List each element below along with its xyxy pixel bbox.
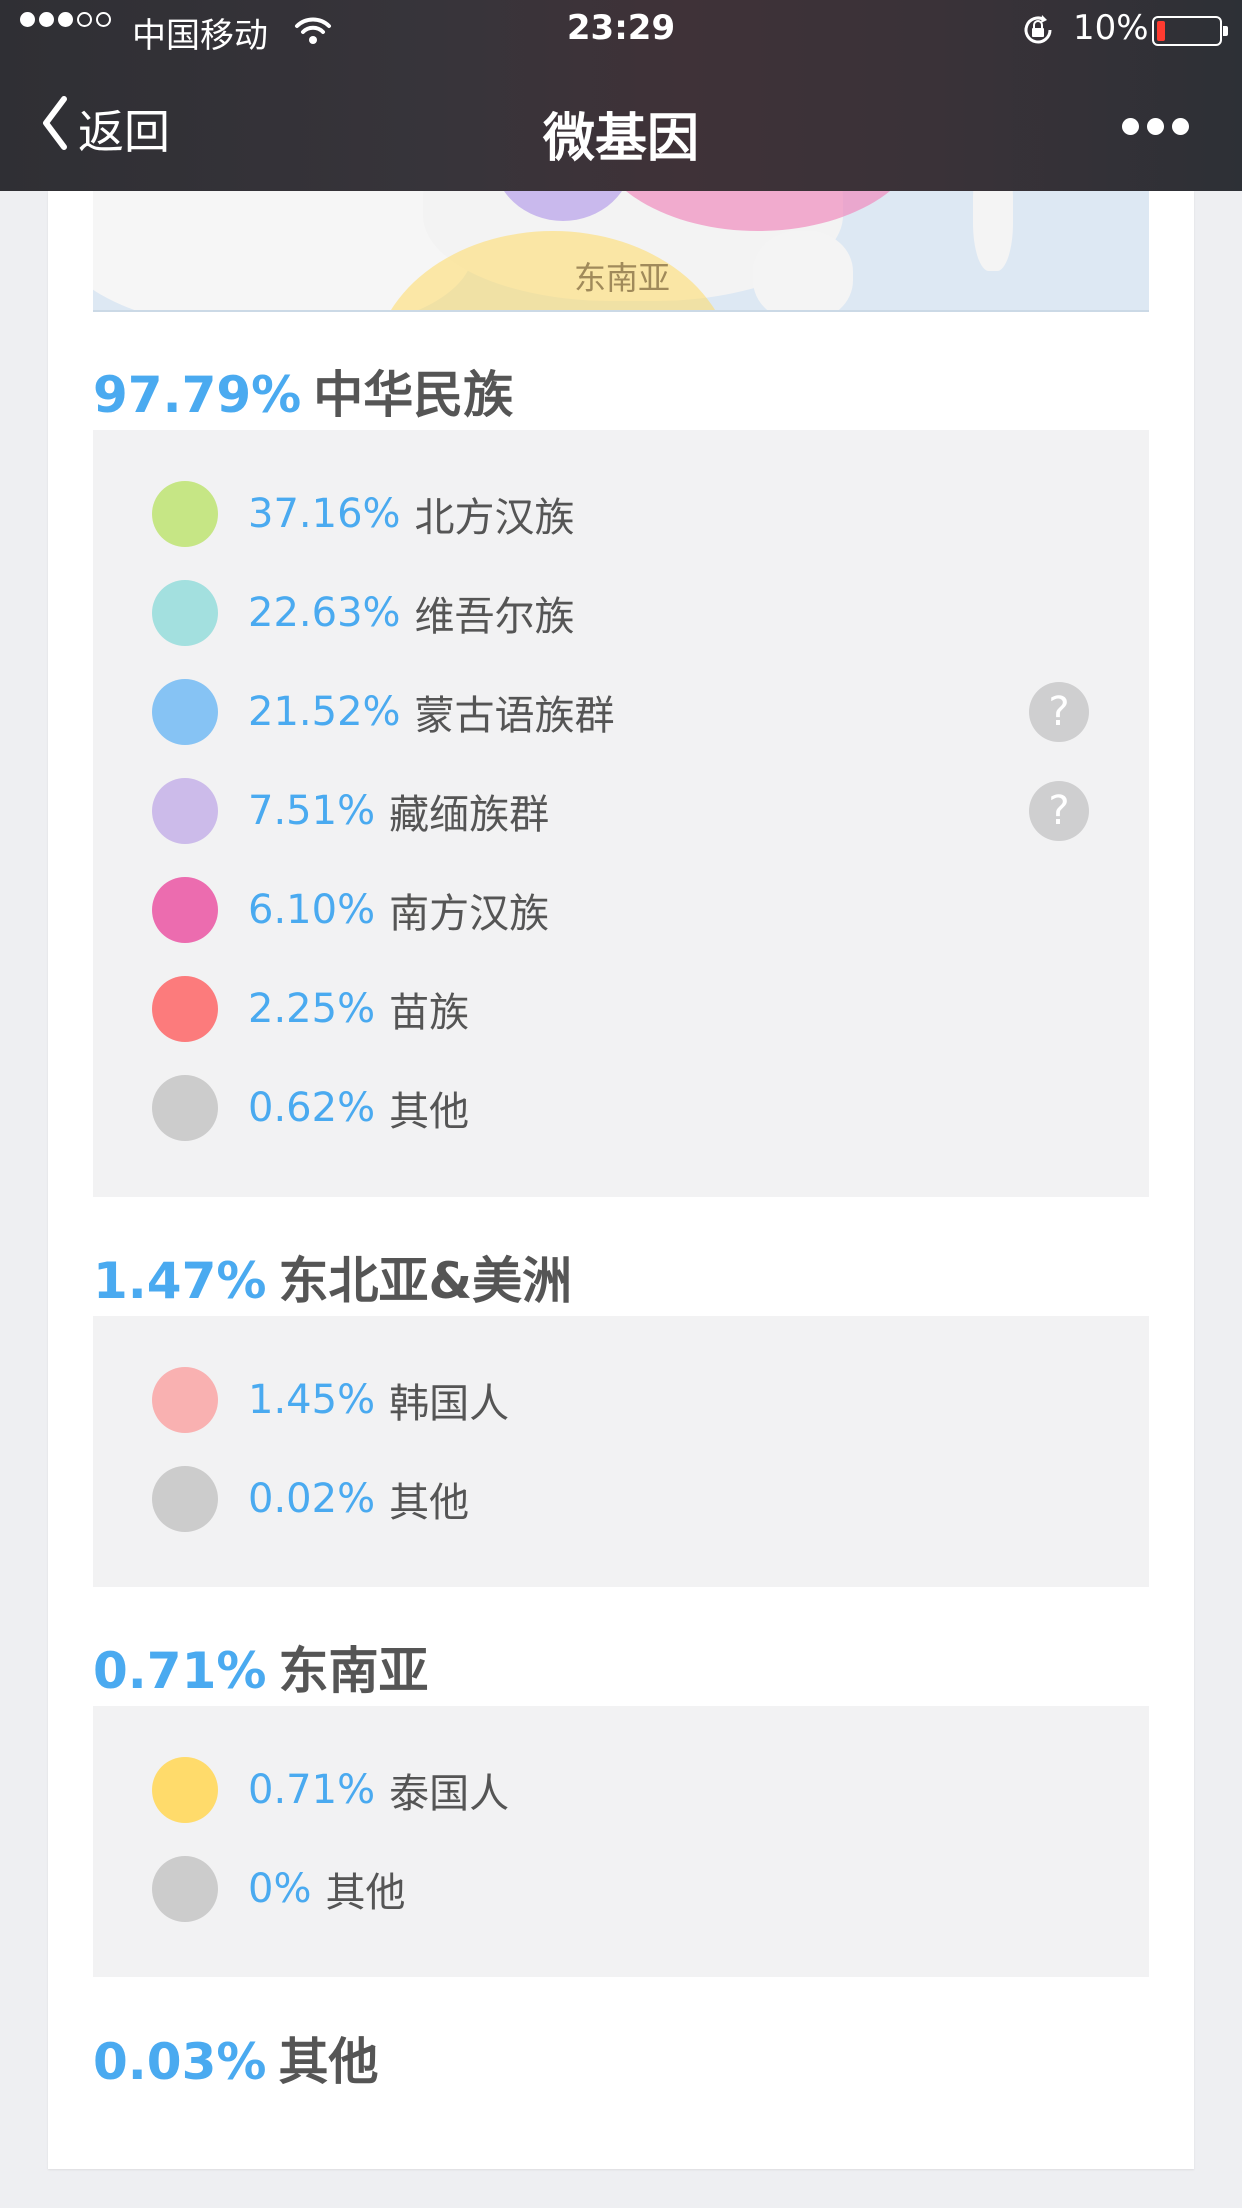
item-name: 北方汉族: [414, 495, 575, 541]
list-item: 0.62% 其他: [152, 1074, 469, 1142]
section-percent: 97.79%: [93, 366, 302, 424]
list-item: 37.16% 北方汉族: [152, 480, 575, 548]
map-region-label: 东南亚: [573, 259, 670, 297]
color-swatch: [152, 1367, 218, 1433]
item-name: 蒙古语族群: [414, 693, 615, 739]
color-swatch: [152, 580, 218, 646]
top-bar: 中国移动 23:29 10% 返回 微基因: [0, 0, 1242, 191]
color-swatch: [152, 1075, 218, 1141]
rotation-lock-icon: [1020, 12, 1056, 57]
item-name: 泰国人: [389, 1771, 510, 1817]
item-percent: 7.51%: [248, 788, 376, 834]
section-name: 中华民族: [313, 366, 514, 424]
battery-percent: 10%: [1073, 8, 1149, 48]
list-item: 1.45% 韩国人: [152, 1366, 509, 1434]
item-percent: 2.25%: [248, 986, 376, 1032]
item-name: 其他: [325, 1870, 406, 1916]
item-percent: 0.71%: [248, 1767, 376, 1813]
list-item: 0% 其他: [152, 1855, 405, 1923]
color-swatch: [152, 679, 218, 745]
color-swatch: [152, 1757, 218, 1823]
section-heading: 0.71% 东南亚: [93, 1631, 428, 1703]
item-percent: 0%: [248, 1866, 312, 1912]
list-item: 6.10% 南方汉族: [152, 876, 549, 944]
list-item: 2.25% 苗族: [152, 975, 469, 1043]
list-item: 0.71% 泰国人: [152, 1756, 509, 1824]
section-heading: 0.03% 其他: [93, 2022, 378, 2094]
page-title: 微基因: [542, 109, 699, 169]
section-percent: 1.47%: [93, 1252, 267, 1310]
color-swatch: [152, 877, 218, 943]
help-icon[interactable]: ?: [1029, 682, 1089, 742]
section-heading: 1.47% 东北亚&美洲: [93, 1241, 572, 1313]
item-percent: 1.45%: [248, 1377, 376, 1423]
color-swatch: [152, 1466, 218, 1532]
item-percent: 37.16%: [248, 491, 401, 537]
list-item: 21.52% 蒙古语族群: [152, 678, 615, 746]
item-percent: 21.52%: [248, 689, 401, 735]
list-item: 0.02% 其他: [152, 1465, 469, 1533]
section-percent: 0.03%: [93, 2033, 267, 2091]
section-name: 东南亚: [278, 1642, 429, 1700]
item-name: 其他: [389, 1089, 470, 1135]
color-swatch: [152, 1856, 218, 1922]
more-menu-icon[interactable]: [1122, 118, 1189, 135]
status-bar: 中国移动 23:29 10%: [0, 0, 1242, 60]
item-name: 苗族: [389, 990, 470, 1036]
color-swatch: [152, 976, 218, 1042]
help-icon[interactable]: ?: [1029, 781, 1089, 841]
item-name: 藏缅族群: [389, 792, 550, 838]
section-panel: [93, 1706, 1149, 1977]
ancestry-map[interactable]: 东南亚: [93, 191, 1149, 312]
navigation-bar: 返回 微基因: [0, 60, 1242, 191]
section-heading: 97.79% 中华民族: [93, 355, 513, 427]
item-percent: 0.62%: [248, 1085, 376, 1131]
section-name: 东北亚&美洲: [278, 1252, 573, 1310]
color-swatch: [152, 778, 218, 844]
item-percent: 6.10%: [248, 887, 376, 933]
item-name: 其他: [389, 1480, 470, 1526]
section-name: 其他: [278, 2033, 379, 2091]
section-percent: 0.71%: [93, 1642, 267, 1700]
battery-icon: [1152, 16, 1228, 46]
item-name: 韩国人: [389, 1381, 510, 1427]
color-swatch: [152, 481, 218, 547]
list-item: 22.63% 维吾尔族: [152, 579, 575, 647]
item-percent: 22.63%: [248, 590, 401, 636]
item-name: 维吾尔族: [414, 594, 575, 640]
list-item: 7.51% 藏缅族群: [152, 777, 549, 845]
item-name: 南方汉族: [389, 891, 550, 937]
section-panel: [93, 1316, 1149, 1587]
item-percent: 0.02%: [248, 1476, 376, 1522]
